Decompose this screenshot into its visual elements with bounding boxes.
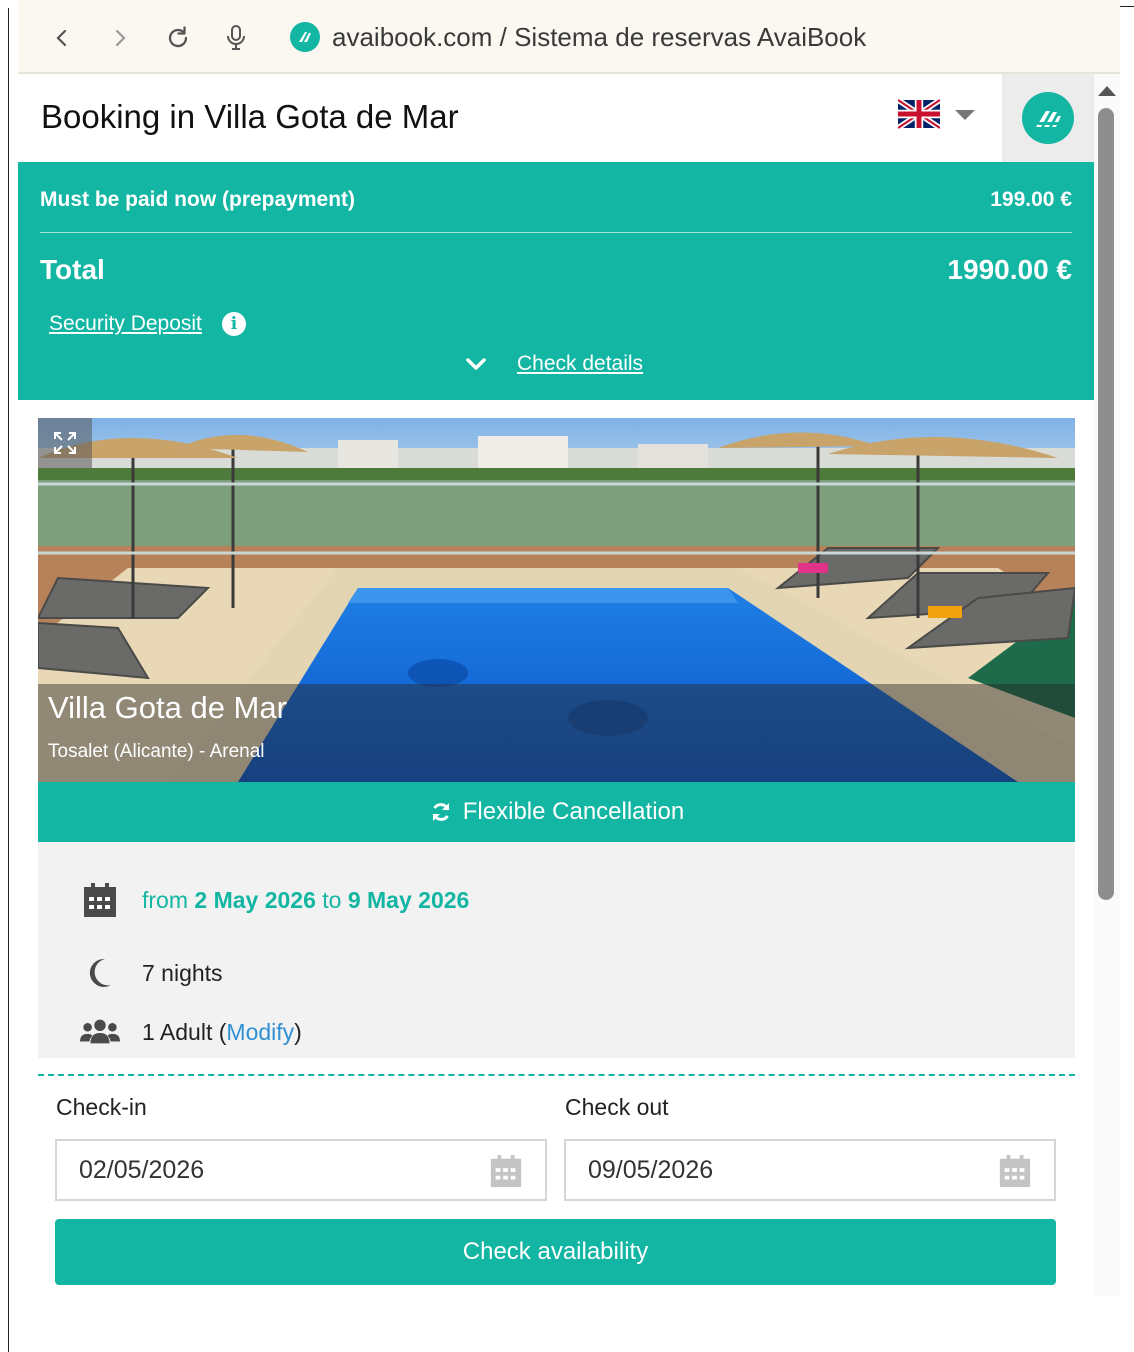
expand-icon[interactable] (38, 418, 92, 468)
moon-icon (80, 957, 120, 989)
checkin-input[interactable] (79, 1155, 479, 1185)
nights-count: 7 nights (142, 959, 223, 986)
summary-divider (40, 232, 1072, 233)
paren-close: ) (294, 1018, 302, 1045)
info-icon[interactable]: i (222, 312, 246, 336)
guests-summary: 1 Adult (Modify) (142, 1019, 302, 1046)
scrollbar[interactable] (1094, 74, 1120, 1296)
chevron-down-icon[interactable] (464, 352, 488, 376)
from-word: from (142, 886, 188, 913)
property-location: Tosalet (Alicante) - Arenal (48, 741, 265, 762)
avaibook-logo-icon (1022, 92, 1074, 144)
url-text: avaibook.com / Sistema de reservas AvaiB… (332, 21, 867, 52)
guests-row: 1 Adult (Modify) (80, 1018, 302, 1046)
property-name: Villa Gota de Mar (48, 690, 287, 725)
chevron-down-icon[interactable] (955, 110, 975, 120)
prepayment-amount: 199.00 € (990, 188, 1072, 211)
booking-page: Booking in Villa Gota de Mar Must be pai… (18, 74, 1094, 1296)
nights-row: 7 nights (80, 957, 223, 989)
page-header: Booking in Villa Gota de Mar (18, 74, 1094, 162)
modify-guests-link[interactable]: Modify (226, 1019, 294, 1045)
reload-icon[interactable] (160, 20, 196, 56)
check-availability-button[interactable]: Check availability (55, 1219, 1056, 1285)
checkout-label: Check out (565, 1094, 669, 1120)
prepayment-label: Must be paid now (prepayment) (40, 188, 356, 211)
security-deposit-link[interactable]: Security Deposit (49, 312, 202, 336)
total-label: Total (40, 254, 105, 285)
checkin-label: Check-in (56, 1094, 147, 1120)
date-range-row: from 2 May 2026 to 9 May 2026 (80, 882, 469, 918)
cancellation-banner: Flexible Cancellation (38, 782, 1075, 842)
users-icon (80, 1018, 120, 1046)
menu-button[interactable] (1002, 74, 1094, 162)
window-frame-edge-top (1120, 6, 1134, 7)
uk-flag-icon[interactable] (898, 99, 940, 129)
total-amount: 1990.00 € (947, 254, 1072, 285)
browser-toolbar: avaibook.com / Sistema de reservas AvaiB… (18, 0, 1120, 74)
price-summary: Must be paid now (prepayment) 199.00 € T… (18, 162, 1094, 400)
window-frame-edge (8, 8, 9, 1352)
section-divider (38, 1074, 1075, 1076)
checkout-field[interactable] (564, 1139, 1056, 1201)
site-icon (290, 22, 320, 52)
calendar-icon (80, 882, 120, 918)
page-title: Booking in Villa Gota de Mar (41, 98, 459, 135)
date-range: from 2 May 2026 to 9 May 2026 (142, 887, 469, 914)
check-details-link[interactable]: Check details (517, 352, 643, 376)
checkin-field[interactable] (55, 1139, 547, 1201)
checkout-input[interactable] (588, 1155, 988, 1185)
scroll-up-icon[interactable] (1098, 86, 1116, 96)
end-date: 9 May 2026 (347, 886, 470, 913)
back-icon[interactable] (44, 20, 80, 56)
calendar-icon[interactable] (489, 1154, 523, 1193)
stay-details: from 2 May 2026 to 9 May 2026 7 nights 1… (38, 842, 1075, 1058)
microphone-icon[interactable] (218, 20, 254, 56)
start-date: 2 May 2026 (194, 886, 316, 913)
guests-count: 1 Adult (142, 1018, 213, 1045)
address-bar[interactable]: avaibook.com / Sistema de reservas AvaiB… (290, 16, 866, 58)
to-word: to (322, 886, 342, 913)
scrollbar-thumb[interactable] (1098, 108, 1114, 900)
calendar-icon[interactable] (998, 1154, 1032, 1193)
refresh-icon (429, 800, 453, 824)
cancellation-text: Flexible Cancellation (462, 798, 685, 825)
property-photo[interactable]: Villa Gota de Mar Tosalet (Alicante) - A… (38, 418, 1075, 782)
forward-icon[interactable] (102, 20, 138, 56)
